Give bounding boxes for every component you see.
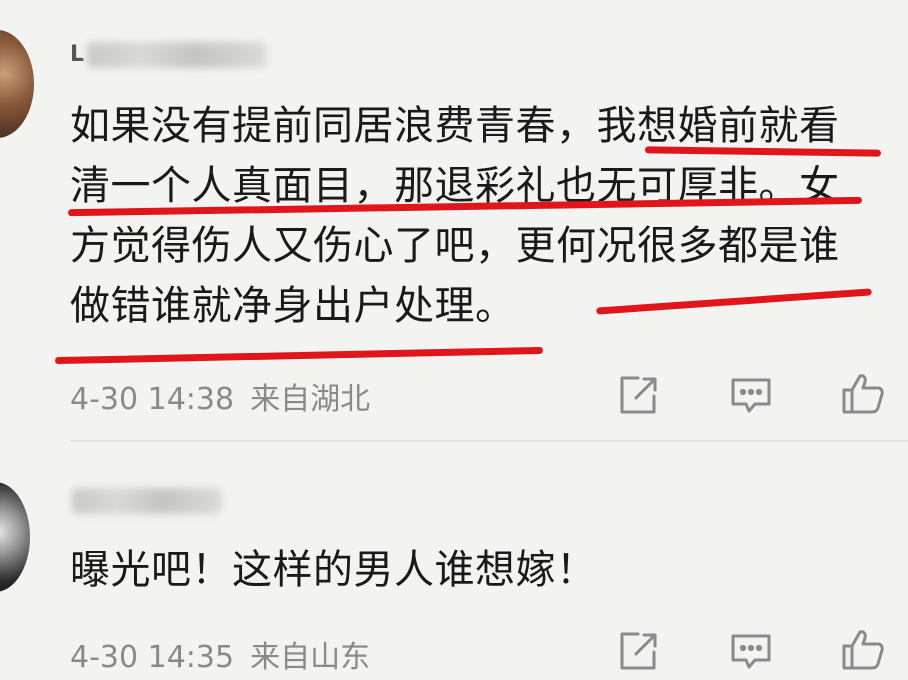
thumbs-up-icon[interactable] (840, 626, 886, 672)
comment-meta: 4-30 14:35 来自山东 (70, 632, 370, 676)
avatar[interactable] (0, 482, 30, 592)
comment-location: 来自山东 (250, 640, 371, 675)
comment-text-line: 方觉得伤人又伤心了吧，更何况很多都是谁 (70, 223, 840, 269)
comment-location: 来自湖北 (250, 382, 371, 417)
share-icon[interactable] (614, 628, 660, 674)
blurred-username (87, 42, 268, 68)
comment-text-line: 曝光吧！这样的男人谁想嫁！ (70, 547, 597, 593)
username-initial: L (70, 42, 86, 67)
comment-list: L 如果没有提前同居浪费青春，我想婚前就看 清一个人真面目，那退彩礼也无可厚非。… (0, 0, 908, 680)
username[interactable]: L (70, 42, 268, 68)
avatar[interactable] (0, 30, 34, 138)
comment-item: L 如果没有提前同居浪费青春，我想婚前就看 清一个人真面目，那退彩礼也无可厚非。… (0, 0, 908, 442)
thumbs-up-icon[interactable] (840, 370, 886, 416)
comment-icon[interactable] (728, 372, 774, 418)
comment-text-line: 做错谁就净身出户处理。 (70, 283, 516, 329)
comment-text: 曝光吧！这样的男人谁想嫁！ (70, 540, 908, 600)
comment-text-line: 如果没有提前同居浪费青春，我想婚前就看 (70, 103, 840, 149)
username[interactable] (70, 488, 222, 514)
comment-meta: 4-30 14:38 来自湖北 (70, 374, 370, 418)
comment-time: 4-30 14:38 (70, 382, 235, 417)
comment-time: 4-30 14:35 (70, 640, 235, 675)
share-icon[interactable] (614, 372, 660, 418)
red-underline-annotation (54, 346, 544, 365)
comment-icon[interactable] (728, 628, 774, 674)
blurred-username (72, 488, 222, 514)
